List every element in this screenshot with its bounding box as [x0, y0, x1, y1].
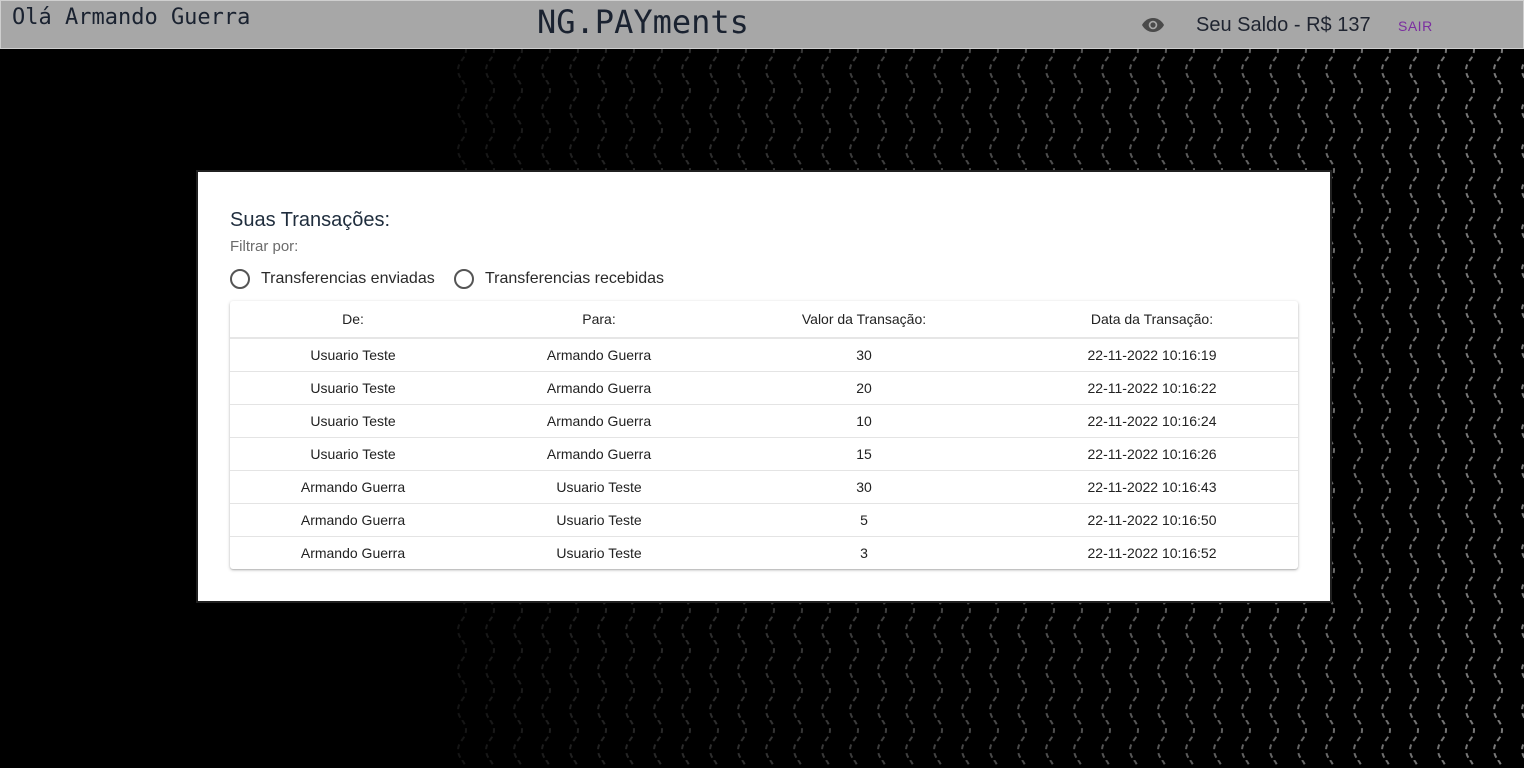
filter-sent-label: Transferencias enviadas	[261, 270, 435, 287]
filter-received-label: Transferencias recebidas	[485, 270, 665, 287]
column-header-to: Para:	[582, 311, 616, 327]
cell-amount: 3	[860, 545, 868, 561]
table-row: Armando Guerra Usuario Teste 3 22-11-202…	[230, 537, 1298, 569]
column-header-date: Data da Transação:	[1090, 311, 1214, 327]
cell-date: 22-11-2022 10:16:43	[1087, 479, 1217, 495]
cell-amount: 20	[856, 380, 872, 396]
brand-title: NG.PAYments	[537, 3, 749, 41]
cell-to: Usuario Teste	[556, 479, 642, 495]
table-row: Usuario Teste Armando Guerra 15 22-11-20…	[230, 438, 1298, 471]
filter-received-radio[interactable]: Transferencias recebidas	[454, 269, 664, 289]
radio-circle-icon[interactable]	[454, 269, 474, 289]
cell-date: 22-11-2022 10:16:24	[1087, 413, 1217, 429]
cell-from: Usuario Teste	[310, 413, 396, 429]
cell-from: Armando Guerra	[300, 512, 406, 528]
cell-to: Armando Guerra	[546, 413, 652, 429]
logout-button[interactable]: SAIR	[1398, 18, 1433, 34]
transactions-card: Suas Transações: Filtrar por: Transferen…	[196, 170, 1332, 603]
eye-icon[interactable]	[1141, 15, 1165, 35]
cell-to: Armando Guerra	[546, 446, 652, 462]
greeting-text: Olá Armando Guerra	[12, 5, 251, 30]
cell-to: Armando Guerra	[546, 380, 652, 396]
column-header-amount: Valor da Transação:	[801, 311, 927, 327]
top-navbar: Olá Armando Guerra NG.PAYments Seu Saldo…	[0, 0, 1524, 49]
cell-from: Armando Guerra	[300, 479, 406, 495]
filter-sent-radio[interactable]: Transferencias enviadas	[230, 269, 435, 289]
cell-to: Armando Guerra	[546, 347, 652, 363]
radio-circle-icon[interactable]	[230, 269, 250, 289]
cell-from: Usuario Teste	[310, 347, 396, 363]
table-row: Usuario Teste Armando Guerra 30 22-11-20…	[230, 339, 1298, 372]
table-row: Armando Guerra Usuario Teste 30 22-11-20…	[230, 471, 1298, 504]
cell-from: Usuario Teste	[310, 380, 396, 396]
cell-amount: 15	[856, 446, 872, 462]
cell-date: 22-11-2022 10:16:19	[1087, 347, 1217, 363]
cell-to: Usuario Teste	[556, 545, 642, 561]
column-header-from: De:	[342, 311, 364, 327]
cell-date: 22-11-2022 10:16:22	[1087, 380, 1217, 396]
cell-amount: 10	[856, 413, 872, 429]
transactions-title: Suas Transações:	[230, 209, 391, 231]
cell-to: Usuario Teste	[556, 512, 642, 528]
table-row: Usuario Teste Armando Guerra 20 22-11-20…	[230, 372, 1298, 405]
table-row: Armando Guerra Usuario Teste 5 22-11-202…	[230, 504, 1298, 537]
filter-label: Filtrar por:	[230, 238, 299, 255]
table-header: De: Para: Valor da Transação: Data da Tr…	[230, 301, 1298, 339]
cell-amount: 30	[856, 347, 872, 363]
cell-date: 22-11-2022 10:16:26	[1087, 446, 1217, 462]
cell-amount: 5	[860, 512, 868, 528]
transactions-table: De: Para: Valor da Transação: Data da Tr…	[230, 301, 1298, 569]
table-row: Usuario Teste Armando Guerra 10 22-11-20…	[230, 405, 1298, 438]
cell-date: 22-11-2022 10:16:52	[1087, 545, 1217, 561]
cell-from: Usuario Teste	[310, 446, 396, 462]
cell-from: Armando Guerra	[300, 545, 406, 561]
balance-text: Seu Saldo - R$ 137	[1196, 14, 1371, 36]
cell-date: 22-11-2022 10:16:50	[1087, 512, 1217, 528]
cell-amount: 30	[856, 479, 872, 495]
